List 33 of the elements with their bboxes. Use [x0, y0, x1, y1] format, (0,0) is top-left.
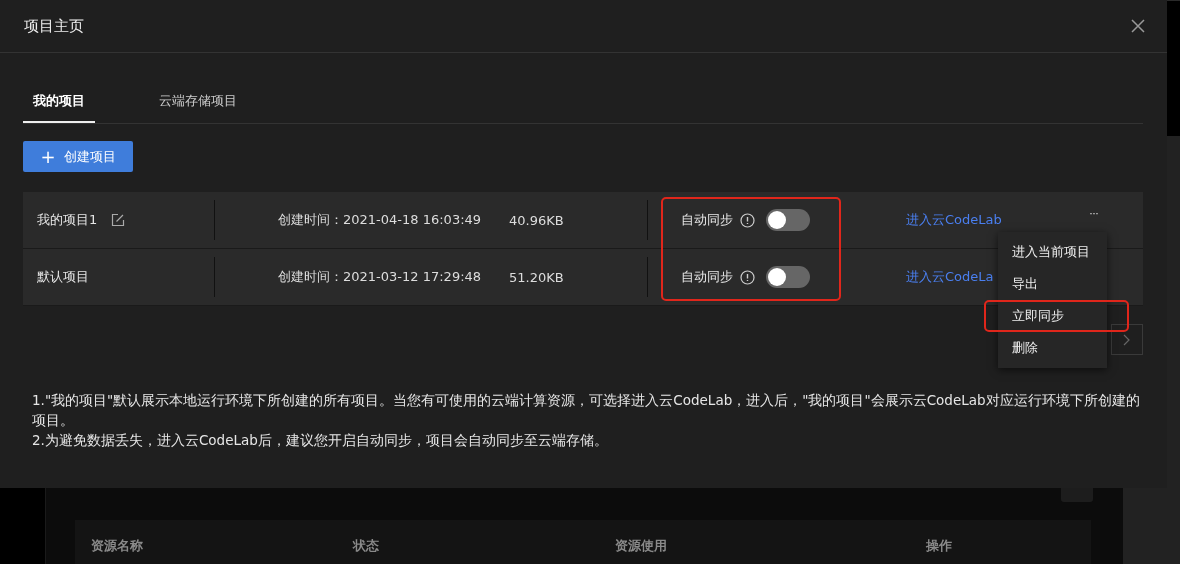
- sync-label: 自动同步: [681, 211, 733, 229]
- dialog-title: 项目主页: [24, 16, 84, 36]
- codelab-link[interactable]: 进入云CodeLab: [906, 211, 1002, 229]
- next-page-button[interactable]: [1111, 324, 1143, 355]
- sync-label: 自动同步: [681, 268, 733, 286]
- chevron-right-icon: [1123, 333, 1131, 346]
- tab[interactable]: 云端存储项目: [149, 87, 247, 123]
- edit-icon[interactable]: [111, 213, 126, 227]
- info-icon[interactable]: [740, 269, 755, 285]
- menu-item[interactable]: 删除: [998, 332, 1038, 364]
- project-name: 我的项目1: [37, 211, 98, 229]
- column-header: 操作: [926, 537, 953, 555]
- info-icon[interactable]: [740, 212, 755, 228]
- menu-item[interactable]: 进入当前项目: [998, 236, 1090, 268]
- project-name: 默认项目: [37, 268, 89, 286]
- project-size: 51.20KB: [509, 269, 564, 285]
- created-time: 创建时间：2021-04-18 16:03:49: [278, 211, 482, 229]
- close-icon[interactable]: [1131, 19, 1145, 33]
- column-header: 资源名称: [91, 537, 144, 555]
- created-time: 创建时间：2021-03-12 17:29:48: [278, 268, 482, 286]
- menu-item[interactable]: 立即同步: [984, 300, 1129, 332]
- codelab-link[interactable]: 进入云CodeLa: [906, 268, 994, 286]
- toggle-switch[interactable]: [766, 266, 810, 288]
- project-size: 40.96KB: [509, 212, 564, 228]
- create-project-button[interactable]: + 创建项目: [23, 141, 133, 172]
- more-button[interactable]: ···: [1089, 206, 1098, 220]
- note-text: 1."我的项目"默认展示本地运行环境下所创建的所有项目。当您有可使用的云端计算资源，可选择进入云CodeLab，进入后，"我的项目"会展示云CodeLab对应运行环境下所创建的项目。: [32, 391, 1141, 430]
- menu-item[interactable]: 导出: [998, 268, 1038, 300]
- note-text: 2.为避免数据丢失，进入云CodeLab后，建议您开启自动同步，项目会自动同步至云端存储。: [32, 431, 609, 450]
- column-header: 资源使用: [615, 537, 668, 555]
- tab[interactable]: 我的项目: [23, 87, 95, 123]
- toggle-switch[interactable]: [766, 209, 810, 231]
- column-header: 状态: [353, 537, 380, 555]
